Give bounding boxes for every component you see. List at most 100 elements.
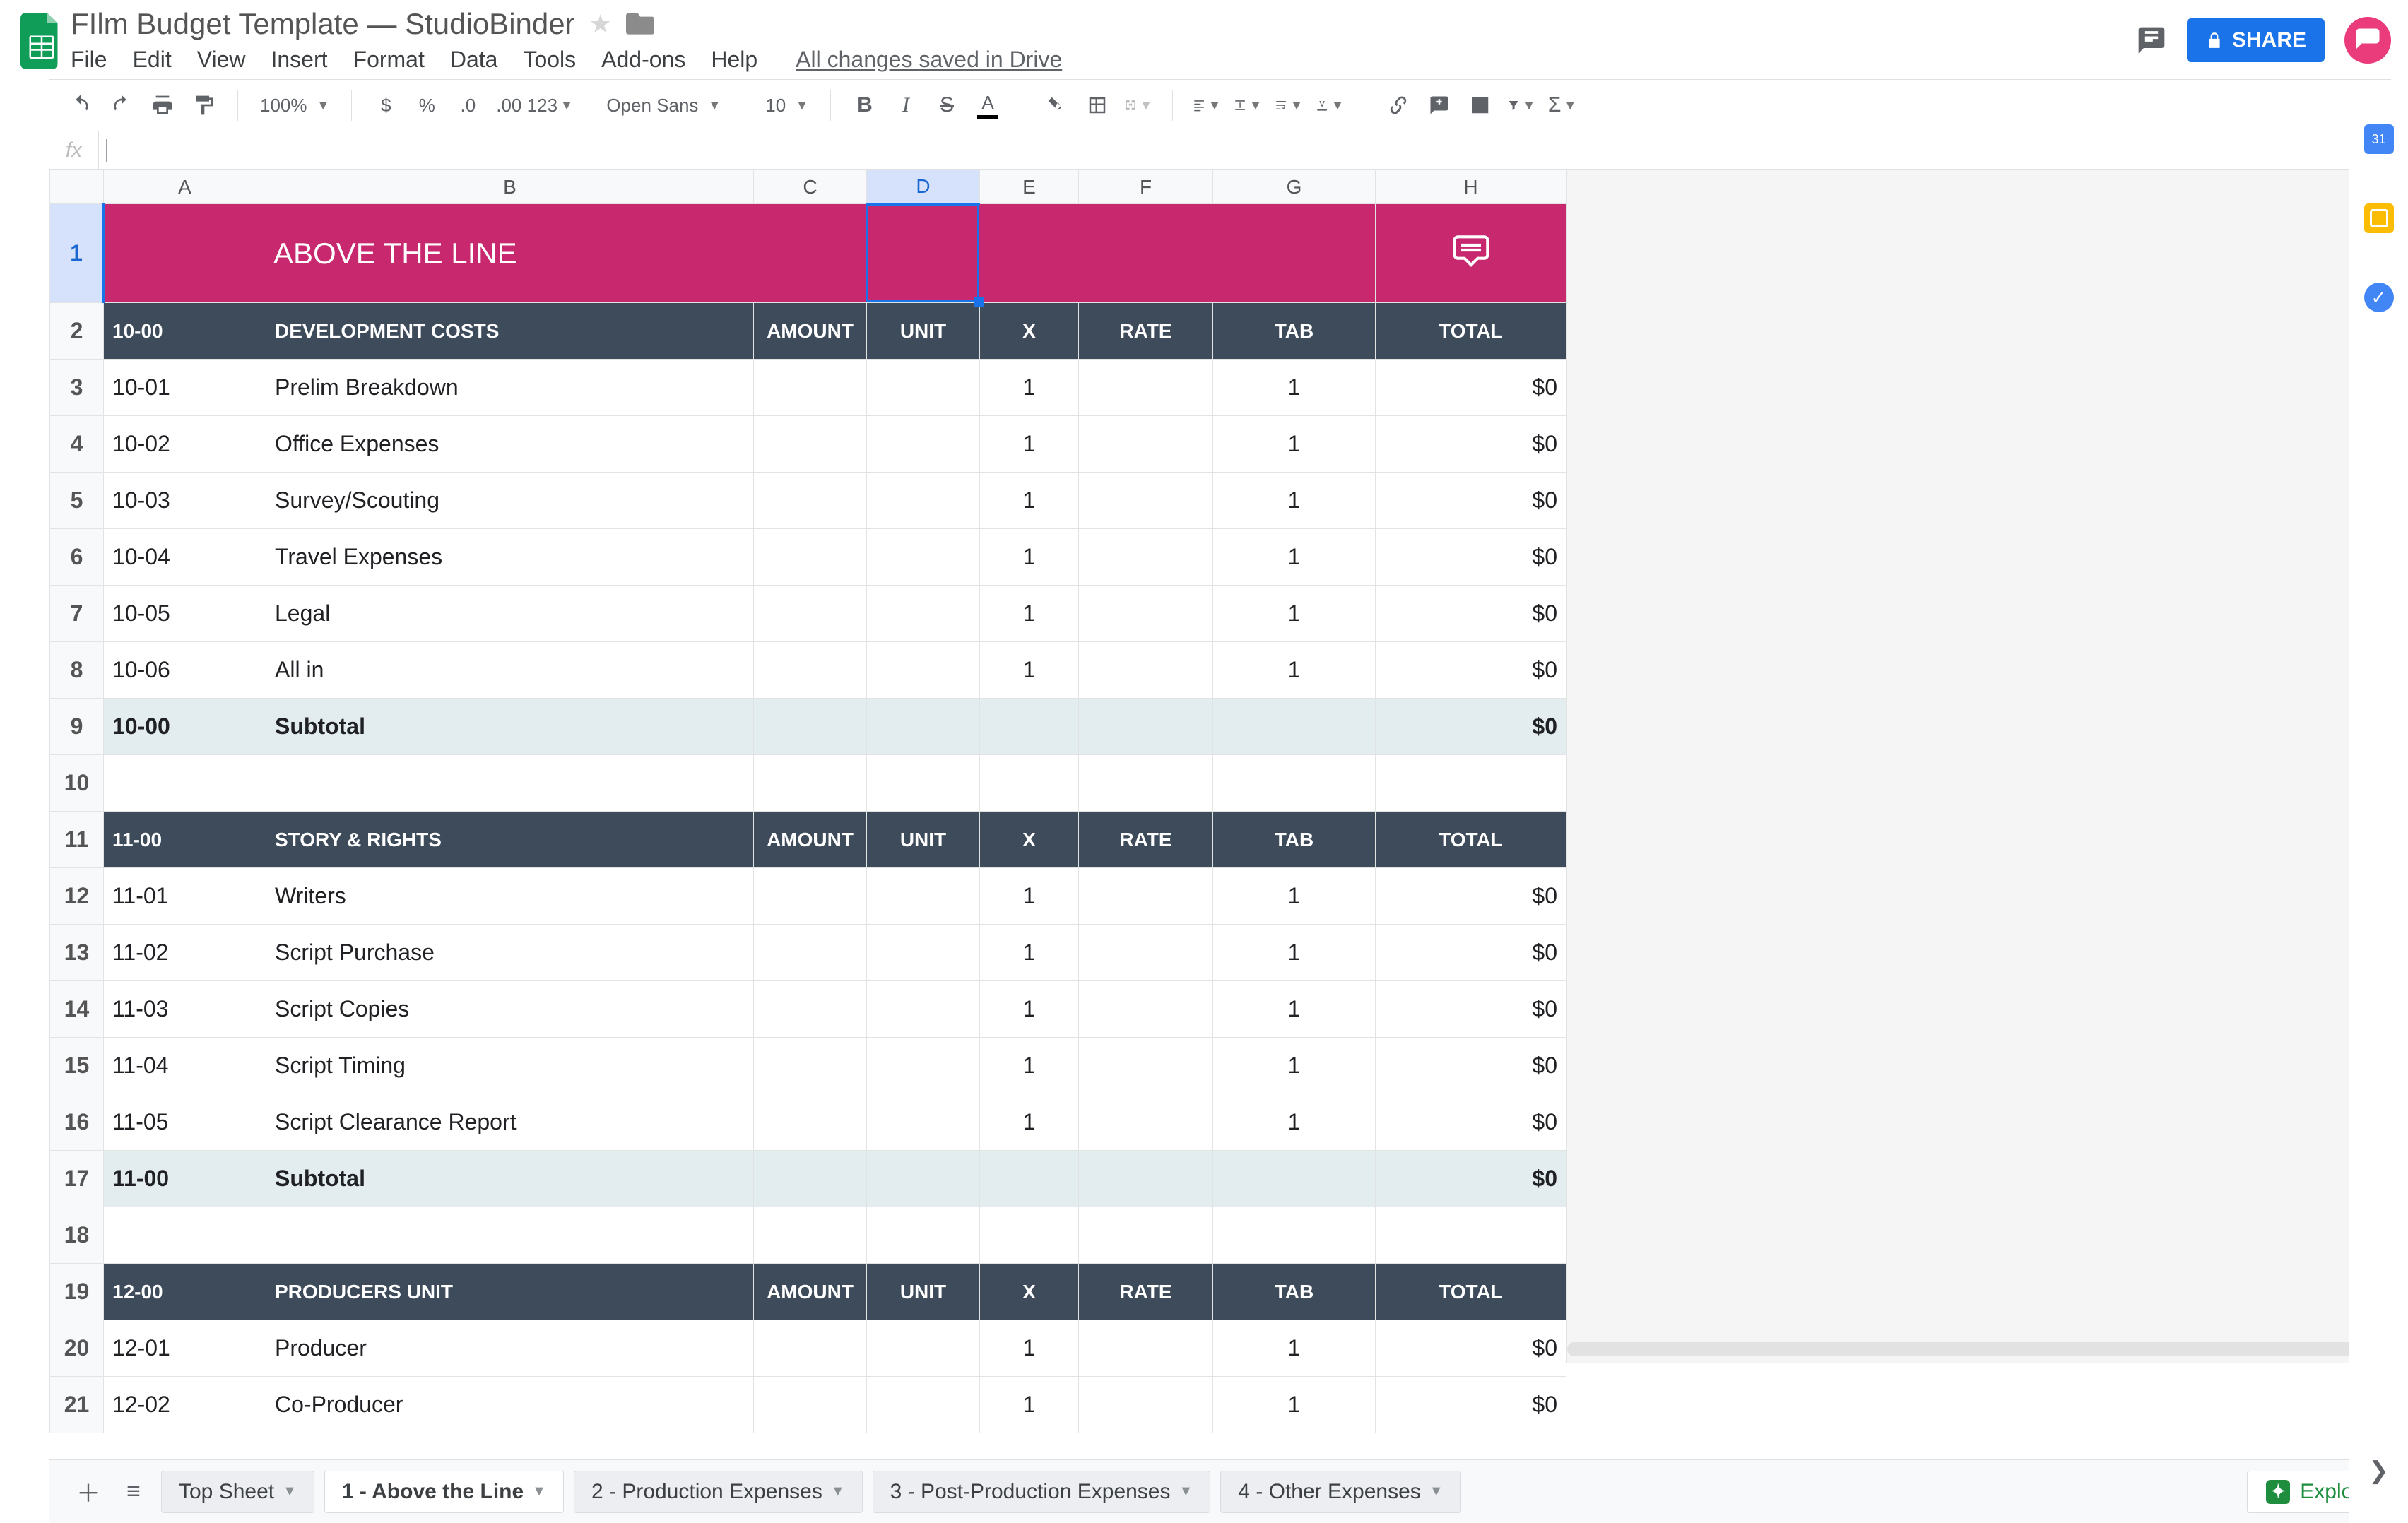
cell[interactable]	[867, 699, 980, 755]
comment-thread-icon[interactable]	[1451, 230, 1491, 270]
cell[interactable]: Survey/Scouting	[266, 473, 754, 529]
formula-bar[interactable]: fx	[49, 131, 2391, 170]
cell[interactable]: 1	[1213, 529, 1376, 586]
cell[interactable]	[1079, 981, 1213, 1038]
menu-help[interactable]: Help	[711, 47, 757, 73]
cell[interactable]: $0	[1376, 360, 1566, 416]
cell[interactable]: AMOUNT	[754, 1264, 867, 1320]
cell[interactable]: $0	[1376, 1377, 1566, 1433]
paint-format-icon[interactable]	[189, 91, 218, 119]
undo-icon[interactable]	[66, 91, 95, 119]
cell[interactable]: $0	[1376, 586, 1566, 642]
cell[interactable]: $0	[1376, 1094, 1566, 1151]
col-header-E[interactable]: E	[980, 170, 1079, 204]
cell[interactable]	[867, 1038, 980, 1094]
sheet-tab-0[interactable]: Top Sheet ▼	[161, 1471, 314, 1513]
open-comments-icon[interactable]	[2136, 25, 2167, 56]
cell[interactable]: $0	[1376, 416, 1566, 473]
cell[interactable]	[754, 642, 867, 699]
cell[interactable]: 1	[1213, 1038, 1376, 1094]
col-header-F[interactable]: F	[1079, 170, 1213, 204]
menu-add-ons[interactable]: Add-ons	[601, 47, 685, 73]
cell[interactable]: 1	[1213, 1094, 1376, 1151]
cell[interactable]: UNIT	[867, 812, 980, 868]
cell[interactable]	[1079, 699, 1213, 755]
cell[interactable]: Office Expenses	[266, 416, 754, 473]
save-status[interactable]: All changes saved in Drive	[796, 47, 1062, 73]
cell[interactable]: 1	[1213, 416, 1376, 473]
cell[interactable]: 11-00	[104, 1151, 266, 1207]
cell[interactable]: UNIT	[867, 1264, 980, 1320]
cell[interactable]	[754, 1094, 867, 1151]
all-sheets-icon[interactable]: ≡	[116, 1474, 151, 1510]
menu-format[interactable]: Format	[353, 47, 425, 73]
column-headers[interactable]: ABCDEFGH	[50, 170, 1566, 204]
cell[interactable]	[867, 360, 980, 416]
cell[interactable]: All in	[266, 642, 754, 699]
italic-icon[interactable]: I	[892, 91, 920, 119]
insert-chart-icon[interactable]	[1466, 91, 1494, 119]
cell[interactable]	[754, 473, 867, 529]
cell[interactable]: RATE	[1079, 812, 1213, 868]
row-header-6[interactable]: 6	[50, 529, 104, 586]
menu-edit[interactable]: Edit	[133, 47, 172, 73]
cell[interactable]: X	[980, 303, 1079, 360]
cell[interactable]	[1079, 1038, 1213, 1094]
borders-icon[interactable]	[1083, 91, 1111, 119]
row-header-1[interactable]: 1	[50, 204, 104, 303]
cell[interactable]: TAB	[1213, 303, 1376, 360]
sheet-tab-menu-icon[interactable]: ▼	[831, 1483, 845, 1500]
cell[interactable]: Writers	[266, 868, 754, 925]
col-header-C[interactable]: C	[754, 170, 867, 204]
cell[interactable]	[980, 699, 1079, 755]
cell[interactable]	[867, 416, 980, 473]
cell[interactable]: 11-04	[104, 1038, 266, 1094]
sheet-tab-menu-icon[interactable]: ▼	[532, 1483, 546, 1500]
add-sheet-icon[interactable]: ＋	[71, 1474, 106, 1510]
row-header-11[interactable]: 11	[50, 812, 104, 868]
cell[interactable]: 1	[980, 1094, 1079, 1151]
cell[interactable]: 1	[980, 529, 1079, 586]
cell[interactable]: TAB	[1213, 812, 1376, 868]
cell[interactable]	[754, 586, 867, 642]
h-align-icon[interactable]: ▼	[1193, 91, 1221, 119]
cell[interactable]	[980, 1151, 1079, 1207]
cell[interactable]: TOTAL	[1376, 812, 1566, 868]
cell[interactable]	[754, 529, 867, 586]
cell[interactable]: 1	[980, 1377, 1079, 1433]
cell[interactable]: Script Copies	[266, 981, 754, 1038]
cell[interactable]: TOTAL	[1376, 303, 1566, 360]
cell[interactable]: PRODUCERS UNIT	[266, 1264, 754, 1320]
cell[interactable]: 12-00	[104, 1264, 266, 1320]
cell[interactable]: 11-02	[104, 925, 266, 981]
cell[interactable]: 1	[980, 1320, 1079, 1377]
row-header-17[interactable]: 17	[50, 1151, 104, 1207]
font-dropdown[interactable]: Open Sans ▼	[594, 90, 733, 122]
cell[interactable]	[1079, 1151, 1213, 1207]
row-header-8[interactable]: 8	[50, 642, 104, 699]
cell[interactable]: $0	[1376, 925, 1566, 981]
cell[interactable]: 1	[980, 868, 1079, 925]
cell[interactable]	[867, 529, 980, 586]
cell[interactable]: STORY & RIGHTS	[266, 812, 754, 868]
cell[interactable]	[867, 1320, 980, 1377]
zoom-dropdown[interactable]: 100% ▼	[248, 90, 341, 122]
cell[interactable]: 11-03	[104, 981, 266, 1038]
cell[interactable]	[1213, 699, 1376, 755]
cell[interactable]: Travel Expenses	[266, 529, 754, 586]
cell[interactable]: $0	[1376, 1320, 1566, 1377]
row-header-10[interactable]: 10	[50, 755, 104, 812]
cell[interactable]: 10-06	[104, 642, 266, 699]
cell[interactable]: Script Clearance Report	[266, 1094, 754, 1151]
cell[interactable]	[754, 925, 867, 981]
cell[interactable]: TOTAL	[1376, 1264, 1566, 1320]
cell[interactable]	[1079, 1377, 1213, 1433]
sheet-tab-menu-icon[interactable]: ▼	[1179, 1483, 1193, 1500]
cell[interactable]: 1	[980, 360, 1079, 416]
cell[interactable]	[754, 1038, 867, 1094]
cell[interactable]	[1079, 586, 1213, 642]
cell[interactable]	[867, 925, 980, 981]
menu-tools[interactable]: Tools	[523, 47, 576, 73]
numfmt-4[interactable]: 123▼	[536, 91, 564, 119]
cell[interactable]	[867, 981, 980, 1038]
